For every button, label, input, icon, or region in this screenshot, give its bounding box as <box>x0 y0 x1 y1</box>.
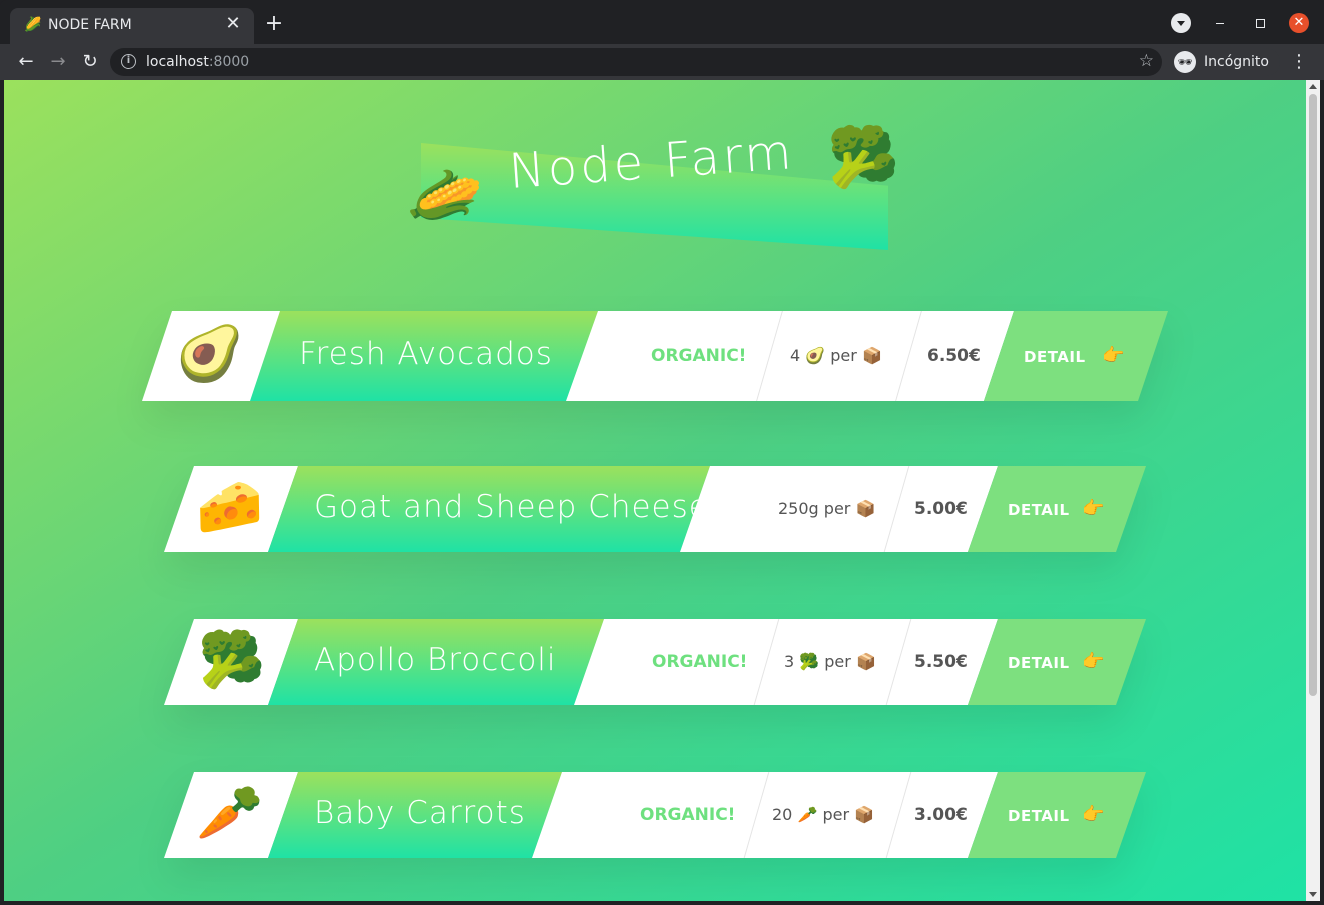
scroll-down-arrow-icon[interactable] <box>1309 892 1317 897</box>
tab-title: NODE FARM <box>48 17 132 33</box>
incognito-icon: 🕶 <box>1174 51 1196 73</box>
window-border <box>0 901 1324 905</box>
product-name[interactable]: Baby Carrots <box>314 795 526 831</box>
product-price: 5.50€ <box>914 652 968 672</box>
tab-node-farm[interactable]: 🌽 NODE FARM ✕ <box>10 8 254 44</box>
detail-button-label[interactable]: DETAIL <box>1024 348 1086 366</box>
detail-button-label[interactable]: DETAIL <box>1008 654 1070 672</box>
product-name[interactable]: Fresh Avocados <box>299 336 553 372</box>
organic-badge: ORGANIC! <box>651 346 747 366</box>
detail-button-label[interactable]: DETAIL <box>1008 807 1070 825</box>
product-price: 5.00€ <box>914 499 968 519</box>
detail-button-label[interactable]: DETAIL <box>1008 501 1070 519</box>
product-quantity: 250g per 📦 <box>778 499 876 518</box>
cheese-icon: 🧀 <box>196 475 264 538</box>
new-tab-button[interactable]: + <box>262 12 286 36</box>
forward-arrow-icon[interactable]: → <box>45 49 71 75</box>
broccoli-header-icon: 🥦 <box>827 123 900 191</box>
product-card: 🥦 Apollo Broccoli ORGANIC! 3 🥦 per 📦 5.5… <box>164 619 1146 705</box>
product-card: 🥑 Fresh Avocados ORGANIC! 4 🥑 per 📦 6.50… <box>142 311 1168 401</box>
organic-badge: ORGANIC! <box>640 805 736 825</box>
product-price: 3.00€ <box>914 805 968 825</box>
product-quantity: 20 🥕 per 📦 <box>772 805 875 824</box>
reload-icon[interactable]: ↻ <box>77 49 103 75</box>
minimize-icon[interactable] <box>1210 13 1230 33</box>
scrollbar-thumb[interactable] <box>1309 94 1317 696</box>
browser-toolbar: ← → ↻ i localhost:8000 ☆ 🕶 Incógnito ⋮ <box>0 44 1324 80</box>
window-border <box>1320 80 1324 901</box>
corn-favicon-icon: 🌽 <box>24 17 42 33</box>
product-name[interactable]: Apollo Broccoli <box>314 642 557 678</box>
site-info-icon[interactable]: i <box>121 54 136 69</box>
carrot-icon: 🥕 <box>196 781 264 844</box>
product-card: 🥕 Baby Carrots ORGANIC! 20 🥕 per 📦 3.00€… <box>164 772 1146 858</box>
page-viewport: 🌽 Node Farm 🥦 🥑 Fresh Avocados ORGANIC! … <box>4 80 1306 901</box>
address-bar[interactable]: i localhost:8000 ☆ <box>110 48 1162 76</box>
pointing-hand-icon: 👉 <box>1082 498 1105 519</box>
tab-strip: 🌽 NODE FARM ✕ + ✕ <box>0 0 1324 44</box>
browser-window: 🌽 NODE FARM ✕ + ✕ ← → ↻ i localhost:8000… <box>0 0 1324 905</box>
incognito-label: Incógnito <box>1204 54 1269 70</box>
url-port: :8000 <box>208 54 250 70</box>
bookmark-star-icon[interactable]: ☆ <box>1139 51 1154 71</box>
vertical-scrollbar[interactable] <box>1306 80 1320 901</box>
tab-search-icon[interactable] <box>1171 13 1191 33</box>
window-border <box>0 80 4 901</box>
close-window-icon[interactable]: ✕ <box>1289 13 1309 33</box>
product-card: 🧀 Goat and Sheep Cheese 250g per 📦 5.00€… <box>164 466 1146 552</box>
organic-badge: ORGANIC! <box>652 652 748 672</box>
product-name[interactable]: Goat and Sheep Cheese <box>314 489 709 525</box>
incognito-indicator[interactable]: 🕶 Incógnito <box>1172 48 1280 76</box>
maximize-icon[interactable] <box>1250 13 1270 33</box>
url-text[interactable]: localhost:8000 <box>146 54 249 70</box>
pointing-hand-icon: 👉 <box>1082 651 1105 672</box>
menu-kebab-icon[interactable]: ⋮ <box>1289 49 1309 75</box>
pointing-hand-icon: 👉 <box>1102 345 1125 366</box>
tab-close-icon[interactable]: ✕ <box>222 13 244 35</box>
back-arrow-icon[interactable]: ← <box>13 49 39 75</box>
avocado-icon: 🥑 <box>176 322 244 385</box>
product-quantity: 3 🥦 per 📦 <box>784 652 876 671</box>
pointing-hand-icon: 👉 <box>1082 804 1105 825</box>
scroll-up-arrow-icon[interactable] <box>1309 84 1317 89</box>
product-quantity: 4 🥑 per 📦 <box>790 346 882 365</box>
product-price: 6.50€ <box>927 346 981 366</box>
url-host: localhost <box>146 54 209 70</box>
broccoli-icon: 🥦 <box>198 628 266 691</box>
